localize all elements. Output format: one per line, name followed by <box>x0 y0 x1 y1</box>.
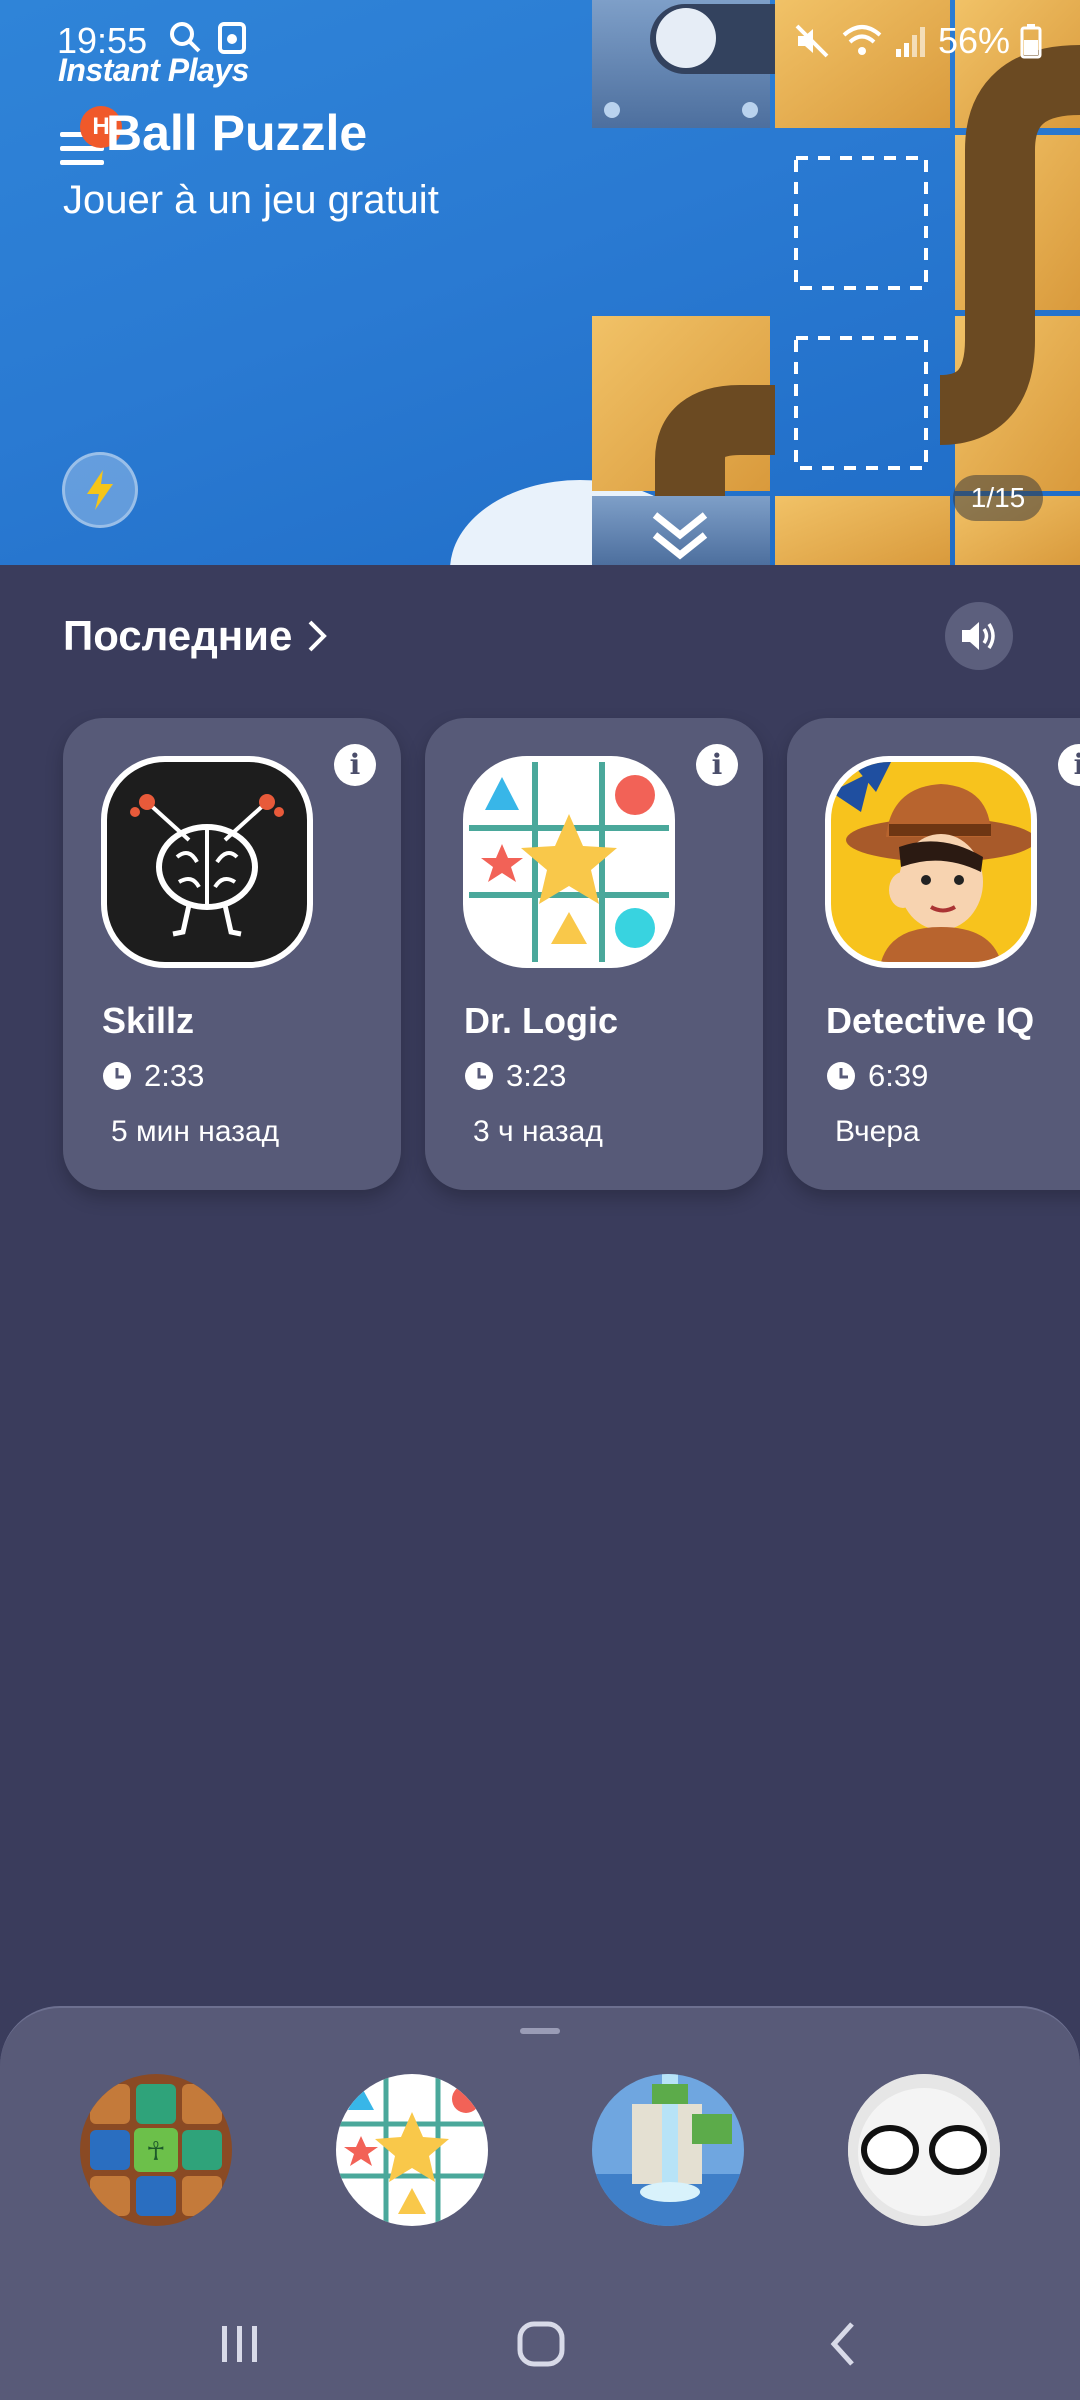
card-title: Skillz <box>102 1000 195 1041</box>
hero-banner[interactable]: 19:55 56% Instant Plays H Ball Puzzle Jo… <box>0 0 1080 565</box>
brand-logo: Instant Plays <box>58 52 249 88</box>
card-time-value: 3:23 <box>506 1058 567 1093</box>
app-notification-icon <box>218 22 246 54</box>
card-playtime: 3:23 <box>464 1058 566 1094</box>
battery-icon <box>1020 24 1042 59</box>
recent-section-title: Последние <box>63 612 293 659</box>
recent-game-card[interactable]: i Skillz 2:33 5 мин назад <box>63 718 401 1190</box>
svg-text:☥: ☥ <box>146 2137 165 2167</box>
card-playtime: 6:39 <box>826 1058 928 1094</box>
card-title: Dr. Logic <box>464 1000 619 1041</box>
back-icon[interactable] <box>814 2314 874 2374</box>
page-indicator: 1/15 <box>953 475 1043 521</box>
card-last-played: Вчера <box>835 1115 920 1148</box>
speaker-icon <box>962 622 995 650</box>
clock-icon <box>465 1062 493 1090</box>
tile-puzzle-icon[interactable]: ☥ <box>80 2074 232 2226</box>
sound-toggle-button[interactable] <box>945 602 1013 670</box>
system-navigation-bar <box>0 2290 1080 2400</box>
detective-icon <box>825 756 1037 968</box>
card-time-value: 6:39 <box>868 1058 929 1093</box>
card-title: Detective IQ <box>826 1000 1035 1041</box>
clock-icon <box>827 1062 855 1090</box>
ghost-eyes-icon[interactable] <box>848 2074 1000 2226</box>
flash-button[interactable] <box>62 452 138 528</box>
info-icon[interactable]: i <box>696 744 738 786</box>
recent-section-header[interactable]: Последние <box>63 612 328 660</box>
card-last-played: 5 мин назад <box>111 1115 280 1148</box>
status-indicators: 56% <box>794 20 1042 62</box>
shapes-grid-icon <box>463 756 675 968</box>
signal-icon <box>895 27 925 57</box>
wifi-icon <box>842 25 882 55</box>
recent-apps-icon[interactable] <box>210 2314 270 2374</box>
hero-subtitle[interactable]: Jouer à un jeu gratuit <box>63 178 439 223</box>
home-icon[interactable] <box>512 2314 572 2374</box>
waterfall-icon[interactable] <box>592 2074 744 2226</box>
recent-game-card[interactable]: i Dr. Logic 3:23 3 ч назад <box>425 718 763 1190</box>
card-time-value: 2:33 <box>144 1058 205 1093</box>
info-icon[interactable]: i <box>1058 744 1080 786</box>
brain-icon <box>101 756 313 968</box>
lightning-icon <box>87 470 113 510</box>
card-last-played: 3 ч назад <box>473 1115 603 1148</box>
mute-icon <box>795 24 829 58</box>
shapes-grid-icon[interactable] <box>336 2074 488 2226</box>
chevron-right-icon <box>308 620 328 652</box>
hero-title: Ball Puzzle <box>106 105 368 161</box>
card-playtime: 2:33 <box>102 1058 204 1094</box>
battery-percent: 56% <box>937 20 1010 61</box>
clock-icon <box>103 1062 131 1090</box>
search-icon <box>170 22 201 53</box>
info-icon[interactable]: i <box>334 744 376 786</box>
drawer-handle[interactable] <box>520 2028 560 2034</box>
recent-game-card[interactable]: i Detective IQ 6:39 Вчера <box>787 718 1080 1190</box>
